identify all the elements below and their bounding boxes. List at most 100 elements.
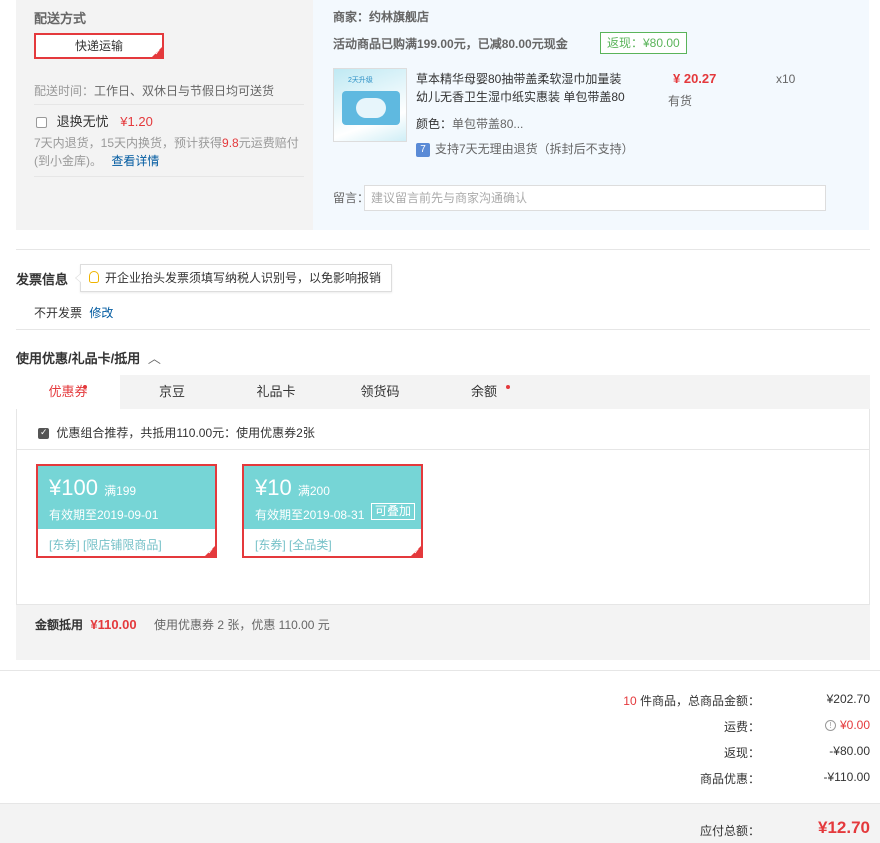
discount-summary-desc: 使用优惠券 2 张，优惠 110.00 元: [153, 618, 330, 632]
shipping-method-label: 快递运输: [74, 39, 123, 53]
divider: [16, 249, 870, 250]
invoice-status: 不开发票 修改: [34, 304, 113, 321]
payable-row: 应付总额： ¥12.70: [570, 818, 870, 842]
product-color-value: 单包带盖80...: [452, 117, 524, 131]
tab-label: 优惠券: [48, 384, 88, 399]
discount-summary-amount: ¥110.00: [90, 617, 137, 632]
tab-label: 余额: [470, 384, 497, 399]
invoice-status-text: 不开发票: [34, 306, 83, 320]
lightbulb-icon: [89, 271, 99, 283]
return-policy: 7 支持7天无理由退货（拆封后不支持）: [416, 140, 634, 157]
invoice-tip: 开企业抬头发票须填写纳税人识别号，以免影响报销: [75, 264, 393, 292]
product-price: ¥ 20.27: [673, 71, 717, 86]
coupon-header: ¥10 满200 有效期至2019-08-31 可叠加: [244, 466, 421, 529]
payable-value: ¥12.70: [818, 818, 870, 837]
tip-arrow: [75, 273, 82, 283]
check-icon: ✓: [207, 547, 214, 556]
discount-summary-label: 金额抵用: [35, 618, 84, 632]
tab-pickup-code[interactable]: 领货码: [328, 375, 432, 409]
promo-text: 活动商品已购满199.00元，已减80.00元现金: [333, 37, 568, 51]
discount-summary: 金额抵用 ¥110.00 使用优惠券 2 张，优惠 110.00 元: [35, 616, 330, 633]
product-stock: 有货: [668, 94, 693, 108]
product-color-label: 颜色：: [416, 117, 453, 131]
coupon-condition: 满199: [104, 484, 137, 498]
insurance-desc: 7天内退货，15天内换货，预计获得9.8元运费赔付 (到小金库)。 查看详情: [34, 134, 309, 170]
invoice-tip-text: 开企业抬头发票须填写纳税人识别号，以免影响报销: [105, 271, 382, 285]
coupon-amount-value: ¥100: [49, 475, 98, 500]
merchant-name: 商家：约林旗舰店: [333, 10, 430, 24]
payable-label: 应付总额：: [699, 824, 760, 838]
coupon-expiry: 有效期至2019-09-01: [49, 508, 159, 522]
delivery-time-label: 配送时间：: [34, 84, 95, 98]
insurance-desc-text-3: (到小金库)。: [34, 154, 102, 168]
coupon-amount: ¥10 满200: [255, 475, 330, 501]
tab-jingdou[interactable]: 京豆: [120, 375, 224, 409]
discount-heading-text: 使用优惠/礼品卡/抵用: [16, 351, 141, 366]
tab-giftcard[interactable]: 礼品卡: [224, 375, 328, 409]
product-color: 颜色：单包带盖80...: [416, 115, 523, 132]
tab-coupons[interactable]: 优惠券: [16, 375, 120, 409]
tab-label: 礼品卡: [256, 384, 296, 399]
freight-label: 运费：: [723, 720, 760, 734]
insurance-desc-text: 7天内退货，15天内换货，预计获得: [34, 136, 223, 150]
red-dot-icon: [506, 385, 510, 389]
red-dot-icon: [83, 385, 87, 389]
coupon-header: ¥100 满199 有效期至2019-09-01: [38, 466, 215, 529]
shipping-method-express[interactable]: 快递运输 ✓: [34, 33, 164, 59]
insurance-checkbox[interactable]: [36, 117, 47, 129]
divider: [34, 176, 304, 177]
coupon-amount: ¥100 满199: [49, 475, 136, 501]
coupon-tags: [东券] [全品类]: [255, 538, 332, 552]
shipping-heading: 配送方式: [34, 11, 87, 26]
tab-label: 京豆: [158, 384, 185, 399]
divider: [16, 329, 870, 330]
tab-balance[interactable]: 余额: [432, 375, 536, 409]
total-items-row: 10 件商品，总商品金额： ¥202.70: [570, 692, 870, 712]
freight-value: ¥0.00: [839, 718, 870, 732]
rebate-label: 返现：: [723, 746, 760, 760]
promo-row: 商品优惠： -¥110.00: [570, 770, 870, 790]
product-quantity: x10: [776, 72, 796, 86]
promo-value: -¥110.00: [823, 770, 870, 784]
items-label-text: 件商品，总商品金额：: [636, 694, 760, 708]
freight-value-wrap: ! ¥0.00: [824, 718, 870, 732]
return-7day-icon: 7: [416, 142, 430, 157]
discount-tabs: 优惠券 京豆 礼品卡 领货码 余额: [16, 375, 870, 409]
product-image[interactable]: 2天升级: [333, 68, 407, 142]
check-icon: ✓: [154, 48, 161, 57]
rebate-badge: 返现：¥80.00: [600, 32, 687, 54]
rebate-value: -¥80.00: [829, 744, 870, 758]
memo-input[interactable]: [364, 185, 826, 211]
delivery-time: 配送时间：工作日、双休日与节假日均可送货: [34, 82, 274, 99]
check-icon: ✓: [413, 547, 420, 556]
insurance-desc-amount: 9.8: [222, 136, 239, 150]
insurance-price: ¥1.20: [120, 114, 153, 129]
coupon-card[interactable]: ¥10 满200 有效期至2019-08-31 可叠加 [东券] [全品类] ✓: [242, 464, 423, 558]
product-title-line: 草本精华母婴80抽带盖柔软湿巾加量装: [416, 72, 622, 86]
product-title-line: 幼儿无香卫生湿巾纸实惠装 单包带盖80: [416, 90, 625, 104]
divider: [0, 670, 880, 671]
freight-row: 运费： ! ¥0.00: [570, 718, 870, 738]
promo-label: 商品优惠：: [699, 772, 760, 786]
coupon-stackable-badge: 可叠加: [370, 503, 415, 520]
coupon-amount-value: ¥10: [255, 475, 292, 500]
discount-heading[interactable]: 使用优惠/礼品卡/抵用 ︿: [16, 348, 161, 367]
invoice-heading: 发票信息: [16, 272, 69, 287]
wipes-package-icon: [342, 91, 400, 125]
combo-checkbox[interactable]: [38, 427, 49, 440]
divider: [34, 104, 304, 105]
insurance-desc-text-2: 元运费赔付: [238, 136, 299, 150]
insurance-details-link[interactable]: 查看详情: [111, 154, 159, 168]
coupon-card[interactable]: ¥100 满199 有效期至2019-09-01 [东券] [限店铺限商品] ✓: [36, 464, 217, 558]
delivery-time-value: 工作日、双休日与节假日均可送货: [94, 84, 275, 98]
combo-text: 优惠组合推荐，共抵用110.00元：使用优惠券2张: [56, 426, 315, 440]
product-image-tag: 2天升级: [348, 77, 373, 84]
total-items-label: 10 件商品，总商品金额：: [623, 692, 760, 709]
combo-recommend: 优惠组合推荐，共抵用110.00元：使用优惠券2张: [38, 424, 315, 441]
coupon-expiry: 有效期至2019-08-31: [255, 508, 365, 522]
info-icon[interactable]: !: [824, 720, 836, 732]
product-title[interactable]: 草本精华母婴80抽带盖柔软湿巾加量装 幼儿无香卫生湿巾纸实惠装 单包带盖80: [416, 70, 646, 106]
invoice-edit-link[interactable]: 修改: [89, 306, 113, 320]
insurance-option: 退换无忧 ¥1.20: [36, 111, 153, 130]
insurance-label: 退换无忧: [56, 114, 109, 129]
